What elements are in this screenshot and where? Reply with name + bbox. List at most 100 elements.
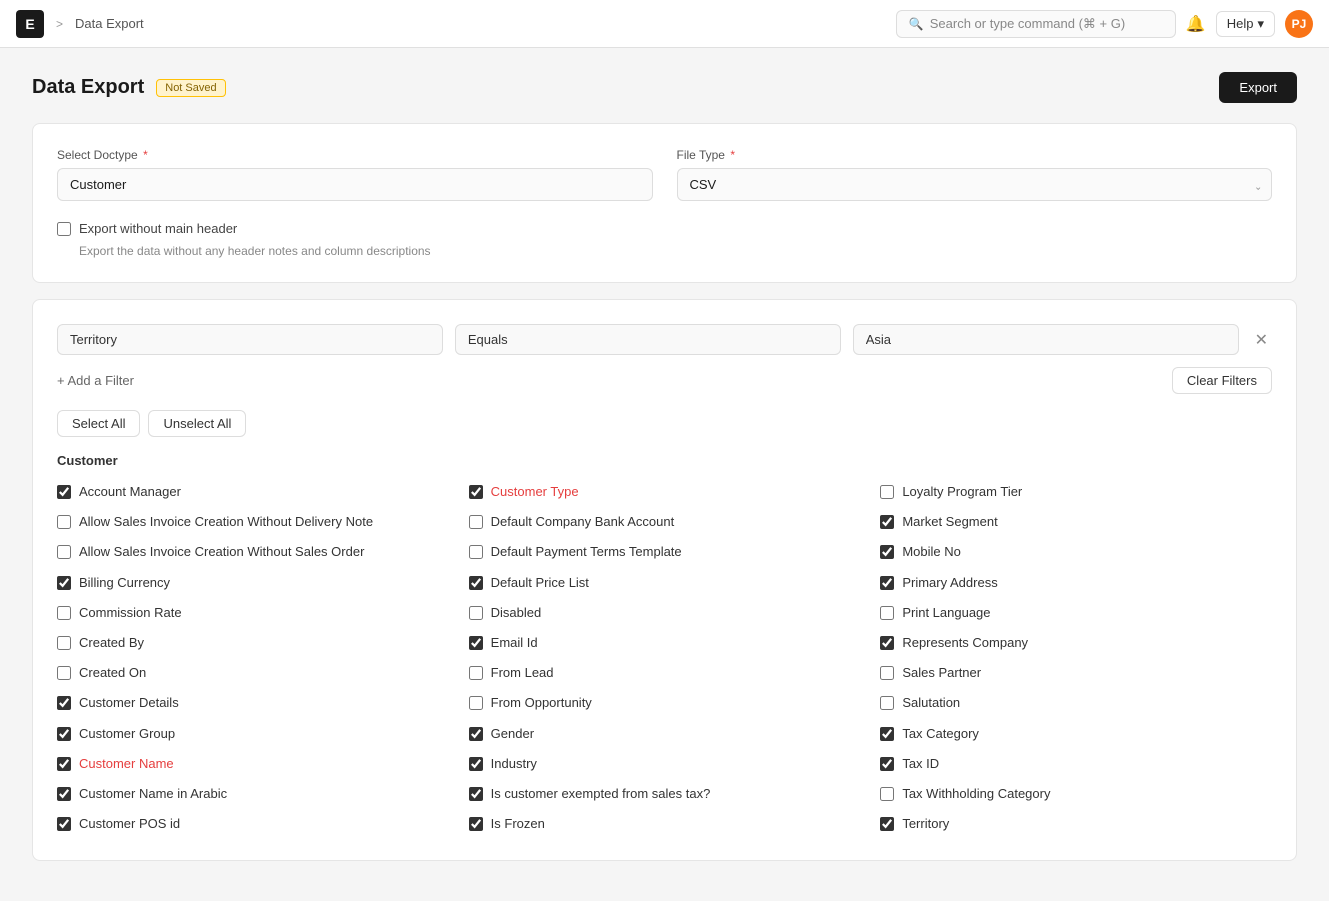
filetype-select[interactable]: CSV Excel bbox=[677, 168, 1273, 201]
field-checkbox-f15[interactable] bbox=[469, 545, 483, 559]
field-checkbox-f29[interactable] bbox=[880, 606, 894, 620]
export-button[interactable]: Export bbox=[1219, 72, 1297, 103]
list-item: Customer Name in Arabic bbox=[57, 782, 449, 806]
field-checkbox-f30[interactable] bbox=[880, 636, 894, 650]
field-label-f17[interactable]: Disabled bbox=[491, 604, 542, 622]
field-label-f2[interactable]: Allow Sales Invoice Creation Without Del… bbox=[79, 513, 373, 531]
field-checkbox-f5[interactable] bbox=[57, 606, 71, 620]
field-label-f31[interactable]: Sales Partner bbox=[902, 664, 981, 682]
status-badge: Not Saved bbox=[156, 79, 225, 97]
field-label-f15[interactable]: Default Payment Terms Template bbox=[491, 543, 682, 561]
field-checkbox-f24[interactable] bbox=[469, 817, 483, 831]
export-no-header-checkbox[interactable] bbox=[57, 222, 71, 236]
field-checkbox-f27[interactable] bbox=[880, 545, 894, 559]
field-checkbox-f22[interactable] bbox=[469, 757, 483, 771]
field-label-f26[interactable]: Market Segment bbox=[902, 513, 997, 531]
field-checkbox-f3[interactable] bbox=[57, 545, 71, 559]
field-checkbox-f2[interactable] bbox=[57, 515, 71, 529]
field-checkbox-f12[interactable] bbox=[57, 817, 71, 831]
fields-section-title: Customer bbox=[57, 453, 1272, 468]
field-label-f4[interactable]: Billing Currency bbox=[79, 574, 170, 592]
notification-bell-icon[interactable]: 🔔 bbox=[1186, 14, 1206, 34]
filter-value-input[interactable] bbox=[853, 324, 1239, 355]
field-label-f9[interactable]: Customer Group bbox=[79, 725, 175, 743]
field-checkbox-f35[interactable] bbox=[880, 787, 894, 801]
field-label-f25[interactable]: Loyalty Program Tier bbox=[902, 483, 1022, 501]
field-checkbox-f26[interactable] bbox=[880, 515, 894, 529]
help-button[interactable]: Help ▾ bbox=[1216, 11, 1275, 37]
field-label-f16[interactable]: Default Price List bbox=[491, 574, 589, 592]
filter-close-button[interactable]: ✕ bbox=[1251, 326, 1272, 354]
field-label-f28[interactable]: Primary Address bbox=[902, 574, 997, 592]
field-checkbox-f23[interactable] bbox=[469, 787, 483, 801]
clear-filters-button[interactable]: Clear Filters bbox=[1172, 367, 1272, 394]
field-label-f34[interactable]: Tax ID bbox=[902, 755, 939, 773]
field-checkbox-f9[interactable] bbox=[57, 727, 71, 741]
field-checkbox-f4[interactable] bbox=[57, 576, 71, 590]
field-checkbox-f31[interactable] bbox=[880, 666, 894, 680]
field-checkbox-f6[interactable] bbox=[57, 636, 71, 650]
field-checkbox-f1[interactable] bbox=[57, 485, 71, 499]
field-checkbox-f10[interactable] bbox=[57, 757, 71, 771]
field-label-f35[interactable]: Tax Withholding Category bbox=[902, 785, 1050, 803]
app-icon[interactable]: E bbox=[16, 10, 44, 38]
field-label-f8[interactable]: Customer Details bbox=[79, 694, 179, 712]
field-label-f7[interactable]: Created On bbox=[79, 664, 146, 682]
field-checkbox-f32[interactable] bbox=[880, 696, 894, 710]
field-checkbox-f11[interactable] bbox=[57, 787, 71, 801]
select-all-button[interactable]: Select All bbox=[57, 410, 140, 437]
filter-field-input[interactable] bbox=[57, 324, 443, 355]
unselect-all-button[interactable]: Unselect All bbox=[148, 410, 246, 437]
search-box[interactable]: 🔍 Search or type command (⌘ + G) bbox=[896, 10, 1176, 38]
filter-row: ✕ bbox=[57, 324, 1272, 355]
export-no-header-label[interactable]: Export without main header bbox=[79, 221, 237, 236]
field-checkbox-f8[interactable] bbox=[57, 696, 71, 710]
field-label-f22[interactable]: Industry bbox=[491, 755, 537, 773]
field-checkbox-f33[interactable] bbox=[880, 727, 894, 741]
field-checkbox-f17[interactable] bbox=[469, 606, 483, 620]
field-checkbox-f14[interactable] bbox=[469, 515, 483, 529]
field-label-f30[interactable]: Represents Company bbox=[902, 634, 1028, 652]
field-label-f36[interactable]: Territory bbox=[902, 815, 949, 833]
field-checkbox-f28[interactable] bbox=[880, 576, 894, 590]
field-label-f5[interactable]: Commission Rate bbox=[79, 604, 182, 622]
field-checkbox-f20[interactable] bbox=[469, 696, 483, 710]
field-checkbox-f34[interactable] bbox=[880, 757, 894, 771]
doctype-input[interactable] bbox=[57, 168, 653, 201]
field-checkbox-f7[interactable] bbox=[57, 666, 71, 680]
field-checkbox-f25[interactable] bbox=[880, 485, 894, 499]
field-checkbox-f21[interactable] bbox=[469, 727, 483, 741]
field-label-f20[interactable]: From Opportunity bbox=[491, 694, 592, 712]
field-label-f24[interactable]: Is Frozen bbox=[491, 815, 545, 833]
field-label-f12[interactable]: Customer POS id bbox=[79, 815, 180, 833]
main-card: Select Doctype * File Type * CSV Excel bbox=[32, 123, 1297, 283]
field-label-f13[interactable]: Customer Type bbox=[491, 483, 579, 501]
field-checkbox-f36[interactable] bbox=[880, 817, 894, 831]
field-label-f27[interactable]: Mobile No bbox=[902, 543, 961, 561]
field-checkbox-f13[interactable] bbox=[469, 485, 483, 499]
avatar[interactable]: PJ bbox=[1285, 10, 1313, 38]
field-label-f11[interactable]: Customer Name in Arabic bbox=[79, 785, 227, 803]
field-checkbox-f18[interactable] bbox=[469, 636, 483, 650]
field-label-f6[interactable]: Created By bbox=[79, 634, 144, 652]
field-label-f3[interactable]: Allow Sales Invoice Creation Without Sal… bbox=[79, 543, 364, 561]
list-item: Is Frozen bbox=[469, 812, 861, 836]
field-label-f33[interactable]: Tax Category bbox=[902, 725, 979, 743]
field-label-f18[interactable]: Email Id bbox=[491, 634, 538, 652]
field-label-f19[interactable]: From Lead bbox=[491, 664, 554, 682]
field-label-f23[interactable]: Is customer exempted from sales tax? bbox=[491, 785, 711, 803]
required-marker: * bbox=[143, 148, 148, 162]
field-label-f29[interactable]: Print Language bbox=[902, 604, 990, 622]
filter-condition-input[interactable] bbox=[455, 324, 841, 355]
form-row-doctype: Select Doctype * File Type * CSV Excel bbox=[57, 148, 1272, 201]
field-label-f10[interactable]: Customer Name bbox=[79, 755, 174, 773]
field-label-f32[interactable]: Salutation bbox=[902, 694, 960, 712]
field-checkbox-f19[interactable] bbox=[469, 666, 483, 680]
field-label-f1[interactable]: Account Manager bbox=[79, 483, 181, 501]
field-checkbox-f16[interactable] bbox=[469, 576, 483, 590]
fields-section: Customer Account Manager Customer Type Loy… bbox=[57, 453, 1272, 836]
add-filter-button[interactable]: + Add a Filter bbox=[57, 369, 134, 392]
field-label-f21[interactable]: Gender bbox=[491, 725, 534, 743]
doctype-group: Select Doctype * bbox=[57, 148, 653, 201]
field-label-f14[interactable]: Default Company Bank Account bbox=[491, 513, 675, 531]
